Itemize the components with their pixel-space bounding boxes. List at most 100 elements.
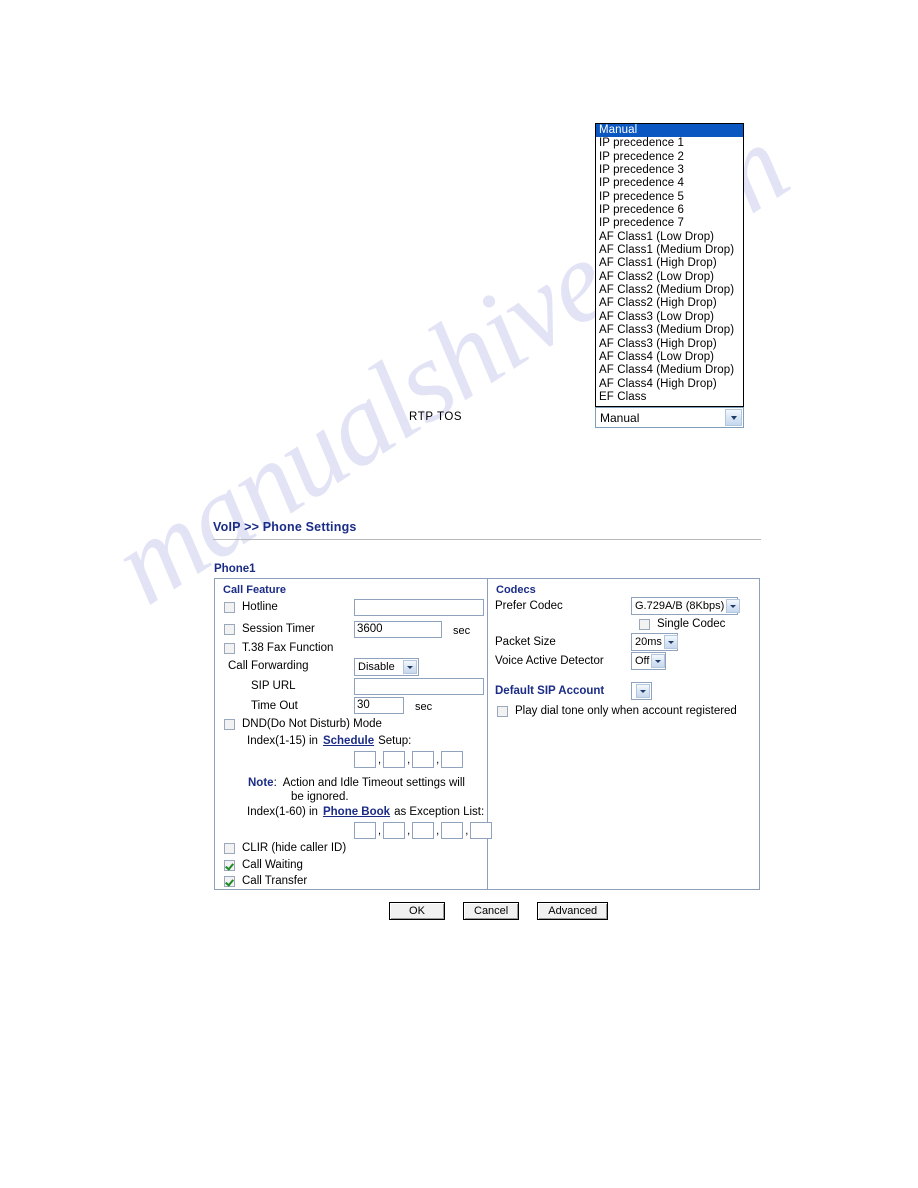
note-word: Note [248, 777, 274, 789]
dropdown-option[interactable]: IP precedence 2 [596, 151, 743, 164]
single-codec-checkbox[interactable] [639, 618, 650, 630]
note-line-1: Note : Action and Idle Timeout settings … [248, 777, 465, 789]
chevron-down-icon[interactable] [663, 635, 678, 649]
sip-url-label: SIP URL [251, 680, 296, 692]
chevron-down-icon[interactable] [636, 684, 650, 698]
voice-active-detector-value: Off [635, 655, 650, 667]
rtp-tos-select[interactable]: Manual [595, 407, 744, 428]
phone-book-prefix: Index(1-60) in [247, 806, 318, 818]
dropdown-option[interactable]: IP precedence 7 [596, 217, 743, 230]
dropdown-option[interactable]: IP precedence 4 [596, 177, 743, 190]
chevron-down-icon[interactable] [403, 660, 417, 674]
schedule-link[interactable]: Schedule [323, 735, 374, 747]
codecs-column: Codecs Prefer Codec G.729A/B (8Kbps) Sin… [488, 579, 759, 889]
hotline-checkbox[interactable] [224, 601, 235, 613]
call-feature-group-title: Call Feature [223, 584, 286, 596]
single-codec-label: Single Codec [657, 618, 726, 630]
dropdown-option[interactable]: AF Class3 (Medium Drop) [596, 324, 743, 337]
phone-book-index-input-1[interactable] [354, 822, 376, 839]
dnd-checkbox[interactable] [224, 718, 235, 730]
schedule-index-input-2[interactable] [383, 751, 406, 768]
t38-fax-checkbox[interactable] [224, 642, 235, 654]
play-dial-tone-checkbox[interactable] [497, 705, 508, 717]
session-timer-checkbox[interactable] [224, 623, 235, 635]
note-text-line1: Action and Idle Timeout settings will [282, 777, 465, 789]
rtp-tos-label: RTP TOS [409, 411, 463, 423]
dnd-row: DND(Do Not Disturb) Mode [224, 718, 382, 730]
cancel-button[interactable]: Cancel [463, 902, 520, 920]
schedule-index-input-1[interactable] [354, 751, 376, 768]
dnd-label: DND(Do Not Disturb) Mode [242, 718, 382, 730]
clir-checkbox[interactable] [224, 842, 235, 854]
dropdown-option[interactable]: AF Class1 (Medium Drop) [596, 244, 743, 257]
phone-book-index-row: Index(1-60) in Phone Book as Exception L… [247, 806, 484, 818]
form-action-buttons: OK Cancel Advanced [389, 902, 609, 920]
dropdown-option[interactable]: AF Class4 (Medium Drop) [596, 364, 743, 377]
dropdown-option[interactable]: Manual [596, 124, 743, 138]
chevron-down-icon[interactable] [651, 654, 666, 668]
dropdown-option[interactable]: AF Class3 (Low Drop) [596, 311, 743, 324]
dropdown-option[interactable]: EF Class [596, 391, 743, 404]
dropdown-option[interactable]: AF Class4 (Low Drop) [596, 351, 743, 364]
rtp-tos-dropdown-list[interactable]: Manual IP precedence 1 IP precedence 2 I… [595, 123, 744, 407]
call-forwarding-select[interactable]: Disable [354, 658, 419, 676]
voice-active-detector-select[interactable]: Off [631, 652, 666, 670]
dropdown-option[interactable]: AF Class1 (Low Drop) [596, 231, 743, 244]
phone-book-index-input-4[interactable] [441, 822, 464, 839]
clir-label: CLIR (hide caller ID) [242, 842, 347, 854]
rtp-tos-selected-value: Manual [600, 410, 640, 425]
phone-book-index-input-2[interactable] [383, 822, 406, 839]
dropdown-option[interactable]: IP precedence 6 [596, 204, 743, 217]
time-out-input[interactable]: 30 [354, 697, 404, 714]
dropdown-option[interactable]: AF Class2 (Medium Drop) [596, 284, 743, 297]
time-out-unit: sec [415, 701, 433, 713]
session-timer-label: Session Timer [242, 623, 315, 635]
session-timer-unit: sec [453, 625, 471, 637]
ok-button[interactable]: OK [389, 902, 445, 920]
phone-book-index-input-3[interactable] [412, 822, 435, 839]
default-sip-account-title: Default SIP Account [495, 685, 605, 697]
call-feature-column: Call Feature Hotline Session Timer 3600 … [215, 579, 493, 889]
dropdown-option[interactable]: IP precedence 1 [596, 137, 743, 150]
packet-size-select[interactable]: 20ms [631, 633, 678, 651]
call-transfer-row: Call Transfer [224, 875, 307, 887]
call-forwarding-value: Disable [358, 661, 395, 673]
dropdown-option[interactable]: AF Class2 (High Drop) [596, 297, 743, 310]
hotline-input[interactable] [354, 599, 484, 616]
chevron-down-icon[interactable] [725, 409, 742, 426]
dropdown-option[interactable]: IP precedence 3 [596, 164, 743, 177]
chevron-down-icon[interactable] [726, 599, 741, 613]
dropdown-option[interactable]: AF Class4 (High Drop) [596, 378, 743, 391]
prefer-codec-label: Prefer Codec [495, 600, 563, 612]
schedule-index-input-4[interactable] [441, 751, 464, 768]
page-title: VoIP >> Phone Settings [213, 520, 357, 534]
note-text-line2: be ignored. [291, 791, 349, 803]
sip-url-input[interactable] [354, 678, 484, 695]
single-codec-row: Single Codec [639, 618, 725, 630]
call-waiting-row: Call Waiting [224, 859, 303, 871]
phone-book-link[interactable]: Phone Book [323, 806, 390, 818]
default-sip-account-select[interactable] [631, 682, 652, 700]
clir-row: CLIR (hide caller ID) [224, 842, 346, 854]
title-divider [213, 539, 761, 540]
prefer-codec-select[interactable]: G.729A/B (8Kbps) [631, 597, 741, 615]
schedule-index-inputs: , , , [354, 751, 464, 768]
time-out-label: Time Out [251, 700, 298, 712]
schedule-index-input-3[interactable] [412, 751, 435, 768]
hotline-label: Hotline [242, 601, 278, 613]
page-header: VoIP >> Phone Settings [213, 520, 773, 540]
packet-size-label: Packet Size [495, 636, 556, 648]
dropdown-option[interactable]: AF Class2 (Low Drop) [596, 271, 743, 284]
prefer-codec-value: G.729A/B (8Kbps) [635, 600, 725, 612]
phone-settings-panel: Call Feature Hotline Session Timer 3600 … [214, 578, 760, 890]
advanced-button[interactable]: Advanced [537, 902, 609, 920]
t38-fax-row: T.38 Fax Function [224, 642, 333, 654]
call-waiting-checkbox[interactable] [224, 859, 235, 871]
call-transfer-checkbox[interactable] [224, 875, 235, 887]
packet-size-value: 20ms [635, 636, 662, 648]
dropdown-option[interactable]: AF Class3 (High Drop) [596, 338, 743, 351]
dropdown-option[interactable]: AF Class1 (High Drop) [596, 257, 743, 270]
play-dial-tone-row: Play dial tone only when account registe… [497, 705, 737, 717]
session-timer-input[interactable]: 3600 [354, 621, 442, 638]
dropdown-option[interactable]: IP precedence 5 [596, 191, 743, 204]
